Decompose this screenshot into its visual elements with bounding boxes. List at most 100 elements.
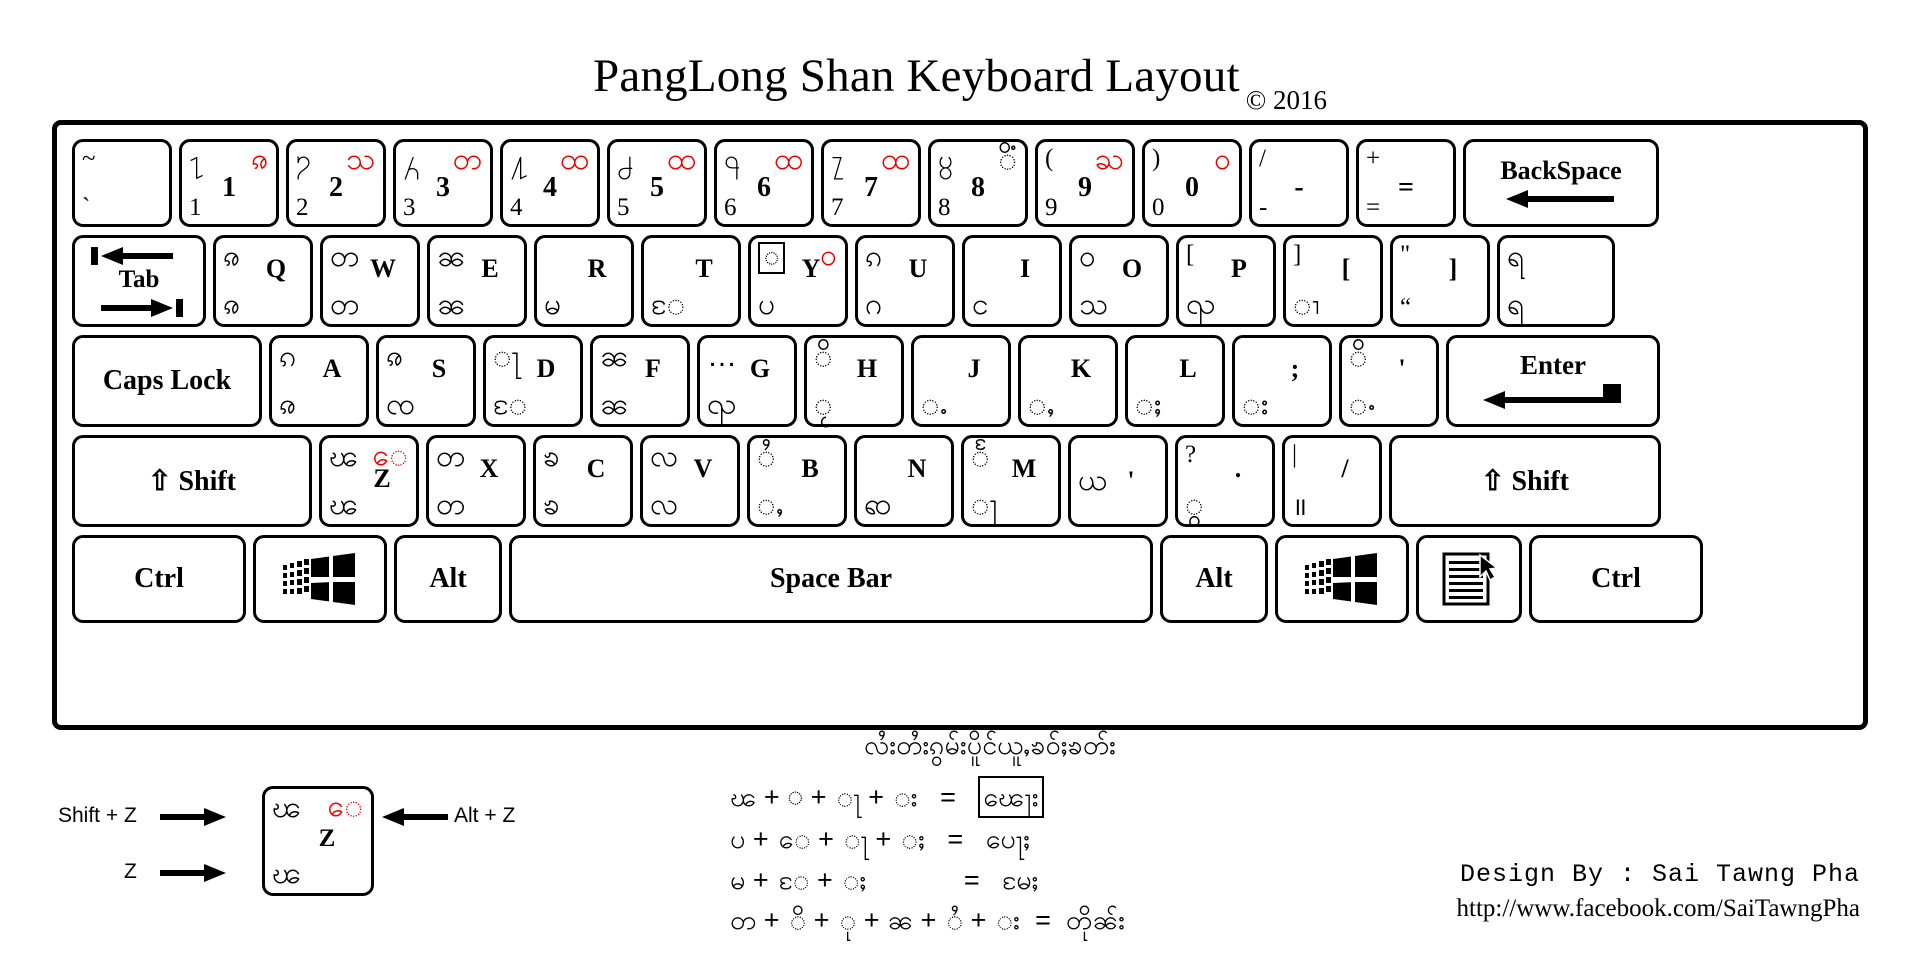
- key-o[interactable]: ဝ O သ: [1069, 235, 1169, 327]
- key-shift-right[interactable]: ⇧ Shift: [1389, 435, 1661, 527]
- key-comma[interactable]: ' ယ: [1068, 435, 1168, 527]
- key-quote[interactable]: ိ ' ႋ: [1339, 335, 1439, 427]
- key-k-latin: K: [1070, 354, 1092, 383]
- legend-key-z-shift-shan: ၽ: [272, 791, 302, 824]
- key-t[interactable]: T ႄ: [641, 235, 741, 327]
- key-quote-latin: ': [1398, 354, 1406, 383]
- composition-result: တိုၼ်း: [1065, 904, 1126, 935]
- key-o-latin: O: [1121, 254, 1143, 283]
- key-digit-7[interactable]: ႗ ထ 7 7: [821, 139, 921, 227]
- key-alt-left[interactable]: Alt: [394, 535, 502, 623]
- key-caps-lock-label: Caps Lock: [102, 365, 232, 396]
- key-d[interactable]: ႃ D ႄ: [483, 335, 583, 427]
- key-equals[interactable]: + = =: [1356, 139, 1456, 227]
- key-o-base-shan: သ: [1079, 288, 1109, 321]
- key-bracket-left[interactable]: ] [ ၢ: [1283, 235, 1383, 327]
- key-alt-right[interactable]: Alt: [1160, 535, 1268, 623]
- key-i-latin: I: [1019, 254, 1031, 283]
- key-bracket-left-latin: [: [1341, 254, 1351, 283]
- key-z[interactable]: ၽ ေ Z ၽ: [319, 435, 419, 527]
- key-x-base-shan: တ: [436, 488, 466, 521]
- key-c[interactable]: ၶ C ၶ: [533, 435, 633, 527]
- key-f[interactable]: ၼ F ၼ: [590, 335, 690, 427]
- key-bracket-right[interactable]: " ] “: [1390, 235, 1490, 327]
- key-slash-latin: /: [1341, 454, 1349, 483]
- key-r[interactable]: R မ: [534, 235, 634, 327]
- key-caps-lock[interactable]: Caps Lock: [72, 335, 262, 427]
- key-digit-1[interactable]: ႑ ၷ 1 1: [179, 139, 279, 227]
- key-g[interactable]: … G ၺ: [697, 335, 797, 427]
- key-h[interactable]: ိ H ႂ: [804, 335, 904, 427]
- key-b[interactable]: ႆ B ႇ: [747, 435, 847, 527]
- composition-row: ၽ + ◌ + ႃ + း = ၽေႃး: [730, 776, 1250, 819]
- facebook-url[interactable]: http://www.facebook.com/SaiTawngPha: [1457, 895, 1861, 923]
- key-digit-8-shan-numeral: ႘: [938, 144, 953, 174]
- composition-inputs: မ + ႄ + ႈ: [730, 864, 867, 895]
- key-i[interactable]: I င: [962, 235, 1062, 327]
- key-backtick[interactable]: ~ `: [72, 139, 172, 227]
- key-i-base-shan: င: [972, 288, 989, 321]
- key-digit-9[interactable]: ( ႀ 9 9: [1035, 139, 1135, 227]
- key-digit-5-alt-shan: ထ: [666, 143, 696, 176]
- key-u[interactable]: ၵ U ဂ: [855, 235, 955, 327]
- key-s[interactable]: ၷ S ၸ: [376, 335, 476, 427]
- key-e[interactable]: ၼ E ၼ: [427, 235, 527, 327]
- key-menu[interactable]: [1416, 535, 1522, 623]
- windows-logo-icon: [256, 551, 384, 607]
- key-n[interactable]: N ၹ: [854, 435, 954, 527]
- key-enter[interactable]: Enter: [1446, 335, 1660, 427]
- key-digit-3[interactable]: ႓ တ 3 3: [393, 139, 493, 227]
- key-semicolon[interactable]: ; း: [1232, 335, 1332, 427]
- key-period[interactable]: ? . ွ: [1175, 435, 1275, 527]
- key-a[interactable]: ၵ A ၷ: [269, 335, 369, 427]
- key-q[interactable]: ၷ Q ၷ: [213, 235, 313, 327]
- footer: Design By : Sai Tawng Pha http://www.fac…: [1457, 860, 1861, 923]
- key-w[interactable]: တ W တ: [320, 235, 420, 327]
- legend-key-z[interactable]: ၽ ေ Z ၽ: [262, 786, 374, 896]
- key-backspace-label: BackSpace: [1500, 156, 1622, 185]
- key-p[interactable]: [ P ၺ: [1176, 235, 1276, 327]
- key-t-base-shan: ႄ: [651, 288, 686, 321]
- enter-arrow-icon: [1449, 384, 1657, 410]
- key-b-latin: B: [801, 454, 819, 483]
- key-digit-2[interactable]: ႒ သ 2 2: [286, 139, 386, 227]
- key-win-left[interactable]: [253, 535, 387, 623]
- key-y[interactable]: ◌ ဝ Y ပ: [748, 235, 848, 327]
- key-f-base-shan: ၼ: [600, 388, 630, 421]
- key-digit-5-shan-numeral: ႕: [617, 144, 634, 174]
- tab-arrows-icon-reverse: [97, 298, 183, 318]
- key-ctrl-right[interactable]: Ctrl: [1529, 535, 1703, 623]
- key-k[interactable]: K ႇ: [1018, 335, 1118, 427]
- key-slash[interactable]: | / ॥: [1282, 435, 1382, 527]
- key-n-latin: N: [907, 454, 927, 483]
- key-s-latin: S: [431, 354, 447, 383]
- key-x[interactable]: တ X တ: [426, 435, 526, 527]
- key-j[interactable]: J ႉ: [911, 335, 1011, 427]
- key-u-latin: U: [908, 254, 928, 283]
- key-bracket-right-base: “: [1400, 294, 1412, 321]
- key-bracket-left-base-shan: ၢ: [1293, 288, 1320, 321]
- key-digit-6[interactable]: ႖ ထ 6 6: [714, 139, 814, 227]
- key-tab[interactable]: Tab: [72, 235, 206, 327]
- key-backspace[interactable]: BackSpace: [1463, 139, 1659, 227]
- key-digit-4[interactable]: ႔ ထ 4 4: [500, 139, 600, 227]
- legend-key-z-base-shan: ၽ: [272, 857, 302, 890]
- key-space-bar[interactable]: Space Bar: [509, 535, 1153, 623]
- key-l-base-shan: ႈ: [1135, 388, 1162, 421]
- key-c-base-shan: ၶ: [543, 488, 561, 521]
- key-m[interactable]: ႅ M ႃ: [961, 435, 1061, 527]
- key-shift-left[interactable]: ⇧ Shift: [72, 435, 312, 527]
- key-v-base-shan: လ: [650, 488, 679, 521]
- key-win-right[interactable]: [1275, 535, 1409, 623]
- key-l[interactable]: L ႈ: [1125, 335, 1225, 427]
- key-digit-8[interactable]: ႘ ိံ 8 8: [928, 139, 1028, 227]
- key-shift-right-label: ⇧ Shift: [1392, 464, 1658, 498]
- key-v[interactable]: လ V လ: [640, 435, 740, 527]
- key-backslash-base-shan: ရ: [1507, 288, 1525, 321]
- key-x-latin: X: [479, 454, 499, 483]
- key-ctrl-left[interactable]: Ctrl: [72, 535, 246, 623]
- key-digit-5[interactable]: ႕ ထ 5 5: [607, 139, 707, 227]
- key-digit-0[interactable]: ) ၀ 0 0: [1142, 139, 1242, 227]
- key-backslash[interactable]: ရ ရ: [1497, 235, 1615, 327]
- key-minus[interactable]: / - -: [1249, 139, 1349, 227]
